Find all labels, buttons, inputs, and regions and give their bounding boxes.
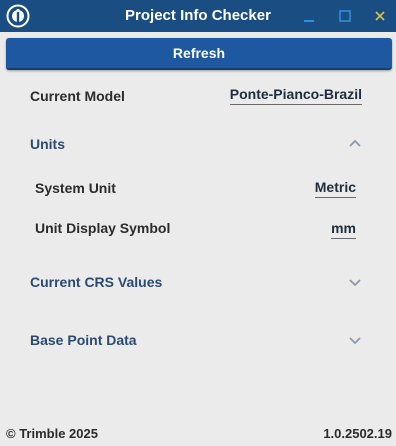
current-model-value: Ponte-Pianco-Brazil [229,86,362,105]
current-model-label: Current Model [30,88,125,104]
unit-display-symbol-value[interactable]: mm [331,220,356,239]
close-icon [375,11,385,21]
close-button[interactable] [364,0,396,32]
minimize-icon [304,20,314,22]
chevron-down-icon[interactable] [347,332,363,348]
crs-section-header[interactable]: Current CRS Values [30,274,162,290]
title-bar: Project Info Checker [0,0,396,32]
copyright-text: © Trimble 2025 [6,426,98,441]
system-unit-value[interactable]: Metric [314,179,356,198]
maximize-icon [339,10,351,22]
minimize-button[interactable] [293,0,325,32]
chevron-down-icon[interactable] [347,274,363,290]
version-text: 1.0.2502.19 [323,426,392,441]
units-section-header[interactable]: Units [30,136,65,152]
chevron-up-icon[interactable] [347,136,363,152]
unit-display-symbol-label: Unit Display Symbol [35,220,171,236]
system-unit-label: System Unit [35,180,116,196]
base-point-section-header[interactable]: Base Point Data [30,332,137,348]
maximize-button[interactable] [329,0,361,32]
refresh-button[interactable]: Refresh [6,38,392,70]
